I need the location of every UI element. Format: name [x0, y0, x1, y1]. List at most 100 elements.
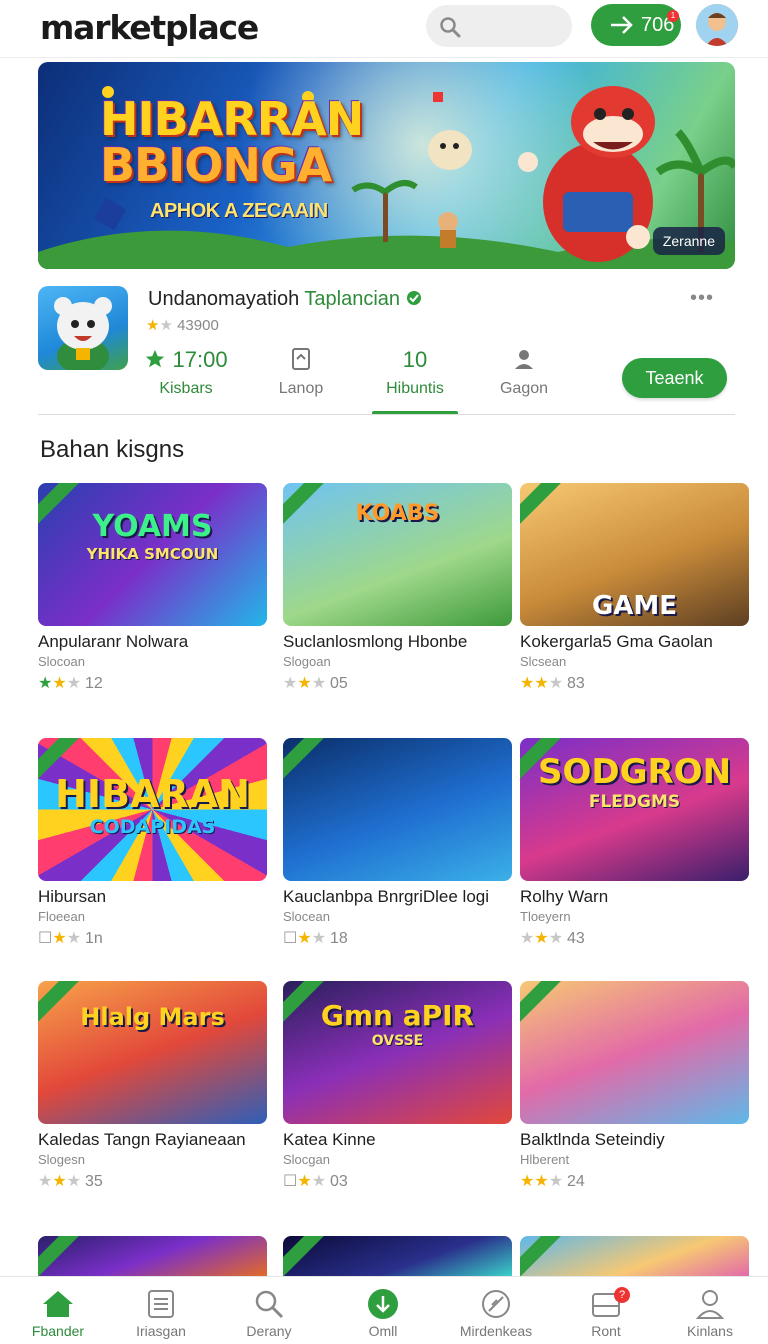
checkbox-icon: ☐ [283, 930, 298, 947]
rating-value: 24 [567, 1173, 585, 1190]
star-empty-icon: ★ [159, 317, 173, 334]
game-thumbnail[interactable] [520, 981, 749, 1124]
hero-banner[interactable]: HIBARRAN BBIONGA APHOK A ZECAAIN Zeranne [38, 62, 735, 269]
more-options-button[interactable]: ••• [690, 287, 714, 310]
star-empty-icon: ★ [311, 675, 327, 692]
game-card[interactable]: Gmn aPIR OVSSE Katea Kinne Slocgan ☐★★ 03 [283, 981, 512, 1191]
thumbnail-title: GAME [591, 591, 678, 621]
game-subtitle: Slocgan [283, 1152, 330, 1167]
nav-inbox[interactable]: ? Ront [556, 1287, 656, 1339]
game-card[interactable]: GAME Kokergarla5 Gma Gaolan Slcsean ★★★ 83 [520, 483, 749, 693]
game-card[interactable] [520, 1236, 749, 1276]
stat-lanop[interactable]: Lanop [246, 344, 356, 398]
banner-button[interactable]: Zeranne [652, 227, 725, 255]
game-card[interactable]: KOABS Suclanlosmlong Hbonbe Slogoan ★★★ 05 [283, 483, 512, 693]
thumbnail-title: KOABS [355, 501, 440, 526]
nav-badge: ? [614, 1287, 630, 1303]
stat-hibuntis[interactable]: 10 Hibuntis [360, 344, 470, 398]
game-card[interactable]: Balktlnda Seteindiy Hlberent ★★★ 24 [520, 981, 749, 1191]
search-input[interactable] [426, 5, 572, 47]
game-title[interactable]: Katea Kinne [283, 1130, 512, 1150]
star-empty-icon: ★ [66, 1173, 82, 1190]
game-title[interactable]: Balktlnda Seteindiy [520, 1130, 749, 1150]
game-card[interactable]: Kauclanbpa BnrgriDlee logi Slocean ☐★★ 18 [283, 738, 512, 948]
game-thumbnail[interactable] [283, 1236, 512, 1276]
nav-profile[interactable]: Kinlans [660, 1287, 760, 1339]
avatar[interactable] [696, 4, 738, 46]
star-empty-icon: ★ [38, 1173, 53, 1190]
game-title[interactable]: Kaledas Tangn Rayianeaan [38, 1130, 267, 1150]
game-title[interactable]: Anpularanr Nolwara [38, 632, 267, 652]
star-empty-icon: ★ [548, 675, 564, 692]
game-title[interactable]: Kokergarla5 Gma Gaolan [520, 632, 749, 652]
game-thumbnail[interactable]: KOABS [283, 483, 512, 626]
game-thumbnail[interactable]: HIBARAN CODAPIDAS [38, 738, 267, 881]
app-icon[interactable] [38, 286, 128, 370]
game-thumbnail[interactable] [38, 1236, 267, 1276]
star-empty-icon: ★ [548, 1173, 564, 1190]
star-icon: ★ [297, 1173, 312, 1190]
game-thumbnail[interactable]: Hlalg Mars [38, 981, 267, 1124]
game-thumbnail[interactable]: SODGRON FLEDGMS [520, 738, 749, 881]
app-logo[interactable]: marketplace [40, 8, 259, 47]
avatar-image [696, 4, 738, 46]
game-rating: ☐★★ 18 [283, 928, 512, 948]
game-card[interactable]: YOAMS YHIKA SMCOUN Anpularanr Nolwara Sloco… [38, 483, 267, 693]
game-card[interactable] [283, 1236, 512, 1276]
verified-icon [406, 291, 421, 305]
star-empty-icon: ★ [66, 675, 82, 692]
stat-kisbars[interactable]: 17:00 Kisbars [131, 344, 241, 398]
star-icon: ★ [146, 317, 160, 334]
nav-download[interactable]: Omll [333, 1287, 433, 1339]
banner-title: HIBARRAN BBIONGA [100, 92, 364, 192]
thumbnail-title: Hlalg Mars [80, 1003, 225, 1031]
nav-explore[interactable]: Mirdenkeas [446, 1287, 546, 1339]
thumbnail-subtitle: CODAPIDAS [89, 816, 216, 838]
game-card[interactable]: HIBARAN CODAPIDAS Hibursan Floeean ☐★★ 1n [38, 738, 267, 948]
game-thumbnail[interactable] [520, 1236, 749, 1276]
rating-value: 12 [85, 675, 103, 692]
thumbnail-title: HIBARAN [55, 772, 250, 816]
game-rating: ☐★★ 03 [283, 1171, 512, 1191]
download-icon [368, 1289, 398, 1319]
game-thumbnail[interactable]: Gmn aPIR OVSSE [283, 981, 512, 1124]
game-rating: ★★★ 83 [520, 673, 749, 693]
game-title[interactable]: Rolhy Warn [520, 887, 749, 907]
primary-action-button[interactable]: Teaenk [622, 358, 727, 398]
star-icon: ★ [38, 675, 53, 692]
game-title[interactable]: Kauclanbpa BnrgriDlee logi [283, 887, 512, 907]
thumbnail-subtitle: FLEDGMS [588, 792, 681, 812]
game-title[interactable]: Suclanlosmlong Hbonbe [283, 632, 512, 652]
thumbnail-subtitle: OVSSE [371, 1033, 424, 1049]
game-thumbnail[interactable]: GAME [520, 483, 749, 626]
game-card[interactable]: SODGRON FLEDGMS Rolhy Warn Tloeyern ★★★ 43 [520, 738, 749, 948]
new-ribbon [520, 483, 563, 525]
game-subtitle: Floeean [38, 909, 85, 924]
nav-search[interactable]: Derany [219, 1287, 319, 1339]
nav-list[interactable]: Iriasgan [111, 1287, 211, 1339]
game-subtitle: Slogesn [38, 1152, 85, 1167]
game-thumbnail[interactable]: YOAMS YHIKA SMCOUN [38, 483, 267, 626]
game-card[interactable]: Hlalg Mars Kaledas Tangn Rayianeaan Sloges… [38, 981, 267, 1191]
game-card[interactable] [38, 1236, 267, 1276]
star-icon: ★ [52, 930, 67, 947]
star-icon: ★ [297, 675, 312, 692]
stat-gagon[interactable]: Gagon [469, 344, 579, 398]
new-ribbon [520, 1236, 563, 1276]
coins-button[interactable]: 706 1 [591, 4, 681, 46]
rating-value: 1n [85, 930, 103, 947]
game-thumbnail[interactable] [283, 738, 512, 881]
app-title: Undanomayatioh Taplancian [148, 288, 422, 311]
nav-home[interactable]: Fbander [8, 1287, 108, 1339]
star-icon: ★ [52, 675, 67, 692]
game-subtitle: Hlberent [520, 1152, 570, 1167]
game-rating: ★★★ 35 [38, 1171, 267, 1191]
star-icon: ★ [520, 675, 535, 692]
game-title[interactable]: Hibursan [38, 887, 267, 907]
search-icon [440, 17, 461, 38]
rating-value: 05 [330, 675, 348, 692]
game-rating: ★★★ 24 [520, 1171, 749, 1191]
top-bar: marketplace 706 1 [0, 0, 768, 58]
star-empty-icon: ★ [311, 930, 327, 947]
star-icon: ★ [534, 675, 549, 692]
